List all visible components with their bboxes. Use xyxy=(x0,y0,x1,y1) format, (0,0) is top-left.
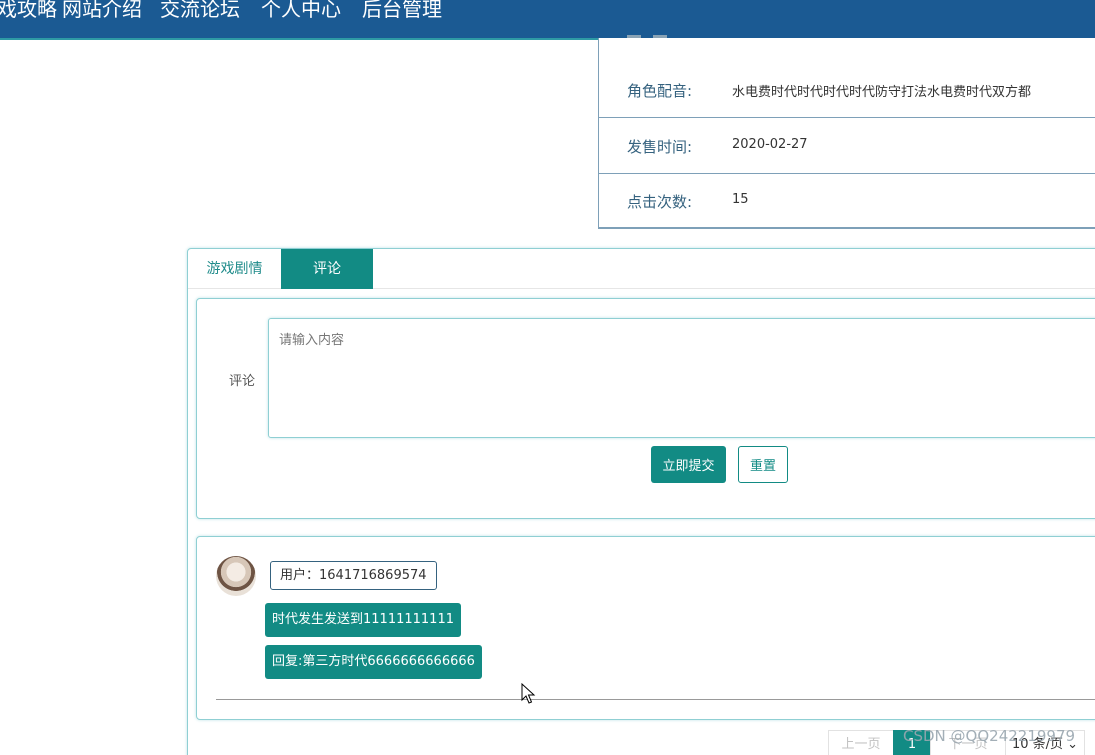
info-label: 点击次数: xyxy=(627,193,693,211)
info-label: 发售时间: xyxy=(627,138,693,156)
info-value: 15 xyxy=(732,192,749,207)
nav-item-admin[interactable]: 后台管理 xyxy=(362,0,442,22)
comment-label: 评论 xyxy=(229,374,256,389)
tab-game-story[interactable]: 游戏剧情 xyxy=(188,249,281,289)
clipped-row-fragment xyxy=(627,32,687,40)
mouse-cursor-icon xyxy=(521,683,536,704)
pagination-prev[interactable]: 上一页 xyxy=(828,730,894,755)
reset-button[interactable]: 重置 xyxy=(738,446,788,483)
submit-button[interactable]: 立即提交 xyxy=(651,446,726,483)
info-label: 角色配音: xyxy=(627,82,693,100)
tab-bar: 游戏剧情 评论 xyxy=(188,249,1095,289)
tab-comments[interactable]: 评论 xyxy=(281,249,373,289)
top-navigation: 戏攻略 网站介绍 交流论坛 个人中心 后台管理 xyxy=(0,0,1095,40)
info-row-click-count: 点击次数: 15 xyxy=(599,173,1095,229)
comment-input[interactable] xyxy=(268,318,1095,438)
info-row-release-date: 发售时间: 2020-02-27 xyxy=(599,118,1095,174)
nav-item-site-intro[interactable]: 网站介绍 xyxy=(62,0,142,22)
info-value: 水电费时代时代时代时代防守打法水电费时代双方都 xyxy=(732,85,1032,100)
info-value: 2020-02-27 xyxy=(732,137,808,152)
comment-reply: 回复:第三方时代6666666666666 xyxy=(265,645,482,679)
nav-item-forum[interactable]: 交流论坛 xyxy=(160,0,240,22)
comment-content: 时代发生发送到11111111111 xyxy=(265,603,461,637)
game-info-card: 角色配音: 水电费时代时代时代时代防守打法水电费时代双方都 发售时间: 2020… xyxy=(598,35,1095,229)
comment-username: 用户：1641716869574 xyxy=(270,561,437,590)
info-row-voice-actor: 角色配音: 水电费时代时代时代时代防守打法水电费时代双方都 xyxy=(599,62,1095,118)
nav-item-personal-center[interactable]: 个人中心 xyxy=(261,0,341,22)
comment-divider xyxy=(216,699,1095,700)
watermark: CSDN @QQ242219979 xyxy=(903,727,1076,745)
user-avatar xyxy=(216,556,256,596)
nav-item-game-guide[interactable]: 戏攻略 xyxy=(0,0,57,22)
